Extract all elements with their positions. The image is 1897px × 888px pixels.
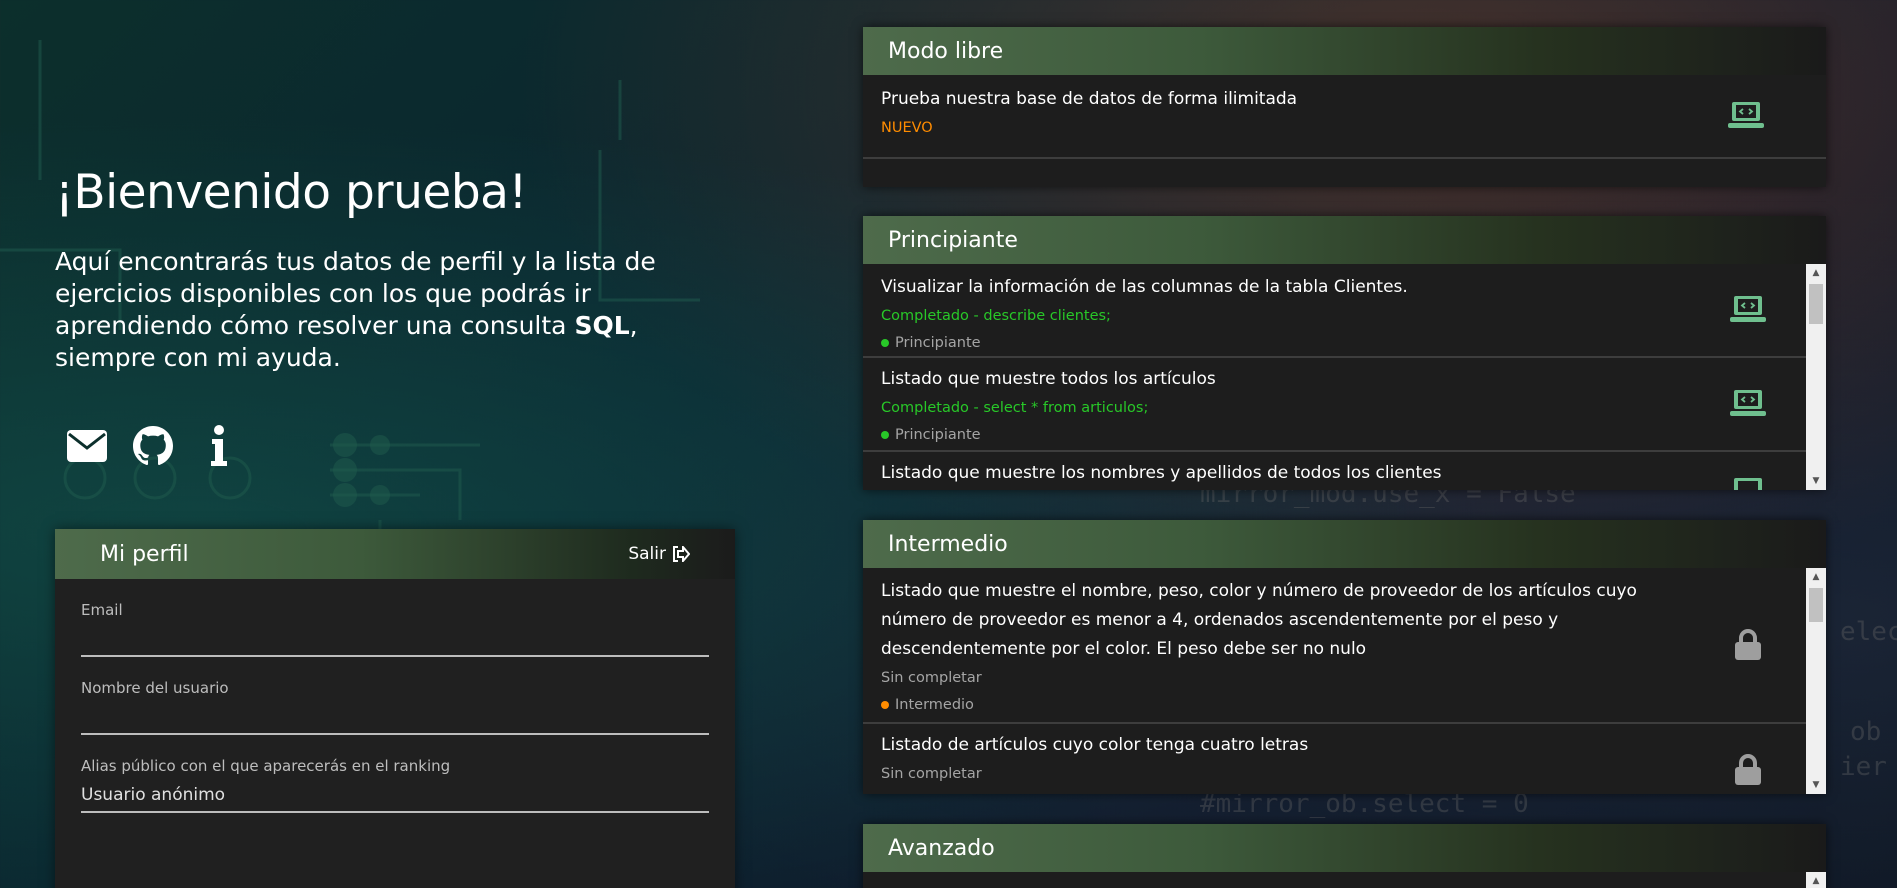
scrollbar[interactable]: ▲ ▼ xyxy=(1806,568,1826,794)
list-item[interactable]: Visualizar la información de las columna… xyxy=(863,264,1826,358)
section-advanced-title: Avanzado xyxy=(863,824,1826,872)
list-item[interactable]: Prueba nuestra base de datos de forma il… xyxy=(863,75,1826,159)
list-item[interactable]: Listado que muestre los nombres y apelli… xyxy=(863,452,1826,490)
laptop-code-icon[interactable] xyxy=(1728,293,1768,327)
exercise-title: Listado de artículos cuyo color tenga cu… xyxy=(881,735,1309,755)
username-label: Nombre del usuario xyxy=(81,679,229,697)
scroll-down-arrow[interactable]: ▼ xyxy=(1806,776,1826,794)
section-beginner-body[interactable]: Visualizar la información de las columna… xyxy=(863,264,1826,490)
exercise-title: Visualizar la información de las columna… xyxy=(881,277,1408,297)
level-dot xyxy=(881,701,889,709)
sign-out-icon xyxy=(673,546,690,562)
list-item[interactable]: Listado que muestre todos los artículos … xyxy=(863,358,1826,452)
exercise-status: NUEVO xyxy=(881,120,933,136)
alias-field: Alias público con el que aparecerás en e… xyxy=(81,735,709,813)
section-intermediate: Intermedio Listado que muestre el nombre… xyxy=(863,520,1826,794)
alias-label: Alias público con el que aparecerás en e… xyxy=(81,757,451,775)
profile-title: Mi perfil xyxy=(100,541,189,567)
username-input[interactable] xyxy=(81,705,709,735)
scroll-thumb[interactable] xyxy=(1809,284,1823,324)
svg-text:elect: elect xyxy=(1840,617,1897,647)
welcome-text: Aquí encontrarás tus datos de perfil y l… xyxy=(55,246,745,374)
scroll-up-arrow[interactable]: ▲ xyxy=(1806,264,1826,282)
section-intermediate-body[interactable]: Listado que muestre el nombre, peso, col… xyxy=(863,568,1826,794)
scroll-up-arrow[interactable]: ▲ xyxy=(1806,872,1826,888)
scrollbar[interactable]: ▲ xyxy=(1806,872,1826,888)
section-free-mode: Modo libre Prueba nuestra base de datos … xyxy=(863,27,1826,187)
laptop-code-icon[interactable] xyxy=(1726,99,1766,133)
email-label: Email xyxy=(81,601,123,619)
welcome-title: ¡Bienvenido prueba! xyxy=(55,165,527,220)
section-beginner: Principiante Visualizar la información d… xyxy=(863,216,1826,490)
scroll-down-arrow[interactable]: ▼ xyxy=(1806,472,1826,490)
svg-text:ier c: ier c xyxy=(1840,752,1897,782)
logout-button[interactable]: Salir xyxy=(628,544,690,564)
scrollbar[interactable]: ▲ ▼ xyxy=(1806,264,1826,490)
logout-label: Salir xyxy=(628,544,666,564)
section-intermediate-title: Intermedio xyxy=(863,520,1826,568)
exercise-title: Listado que muestre el nombre, peso, col… xyxy=(881,581,1637,659)
section-free-mode-title: Modo libre xyxy=(863,27,1826,75)
welcome-area: ¡Bienvenido prueba! Aquí encontrarás tus… xyxy=(55,165,735,468)
scroll-thumb[interactable] xyxy=(1809,588,1823,622)
username-field: Nombre del usuario xyxy=(81,657,709,735)
alias-input[interactable]: Usuario anónimo xyxy=(81,783,709,813)
exercise-level-label: Principiante xyxy=(895,427,981,443)
lock-icon xyxy=(1728,753,1768,787)
list-item[interactable]: Listado que muestre el nombre, peso, col… xyxy=(863,568,1826,724)
welcome-text-part: Aquí encontrarás tus datos de perfil y l… xyxy=(55,247,656,340)
section-advanced: Avanzado ▲ xyxy=(863,824,1826,888)
exercise-level-label: Intermedio xyxy=(895,697,974,713)
exercise-status: Completado - select * from articulos; xyxy=(881,400,1149,416)
exercise-title: Listado que muestre todos los artículos xyxy=(881,369,1216,389)
scroll-up-arrow[interactable]: ▲ xyxy=(1806,568,1826,586)
email-input[interactable] xyxy=(81,627,709,657)
github-icon[interactable] xyxy=(131,424,175,468)
level-dot xyxy=(881,339,889,347)
profile-card: Mi perfil Salir Email Nombre del usuario… xyxy=(55,529,735,888)
exercise-level: Principiante xyxy=(881,331,1808,355)
exercise-status: Completado - describe clientes; xyxy=(881,308,1111,324)
level-dot xyxy=(881,431,889,439)
exercise-status: Sin completar xyxy=(881,766,982,782)
exercise-level-label: Principiante xyxy=(895,335,981,351)
exercise-title: Prueba nuestra base de datos de forma il… xyxy=(881,89,1298,109)
email-field: Email xyxy=(81,579,709,657)
envelope-icon[interactable] xyxy=(65,424,109,468)
exercise-status: Sin completar xyxy=(881,670,982,686)
laptop-code-icon[interactable] xyxy=(1728,475,1768,490)
welcome-text-sql: SQL xyxy=(574,311,630,340)
section-advanced-body[interactable]: ▲ xyxy=(863,872,1826,888)
section-free-mode-body: Prueba nuestra base de datos de forma il… xyxy=(863,75,1826,159)
info-icon[interactable] xyxy=(197,424,241,468)
laptop-code-icon[interactable] xyxy=(1728,387,1768,421)
social-links xyxy=(65,424,735,468)
profile-header: Mi perfil Salir xyxy=(55,529,735,579)
section-beginner-title: Principiante xyxy=(863,216,1826,264)
exercise-level: Principiante xyxy=(881,423,1808,447)
exercise-level: Intermedio xyxy=(881,693,1808,717)
lock-icon xyxy=(1728,628,1768,662)
exercise-title: Listado que muestre los nombres y apelli… xyxy=(881,463,1442,483)
svg-text:ob: ob xyxy=(1850,717,1881,747)
list-item[interactable]: Listado de artículos cuyo color tenga cu… xyxy=(863,724,1826,794)
